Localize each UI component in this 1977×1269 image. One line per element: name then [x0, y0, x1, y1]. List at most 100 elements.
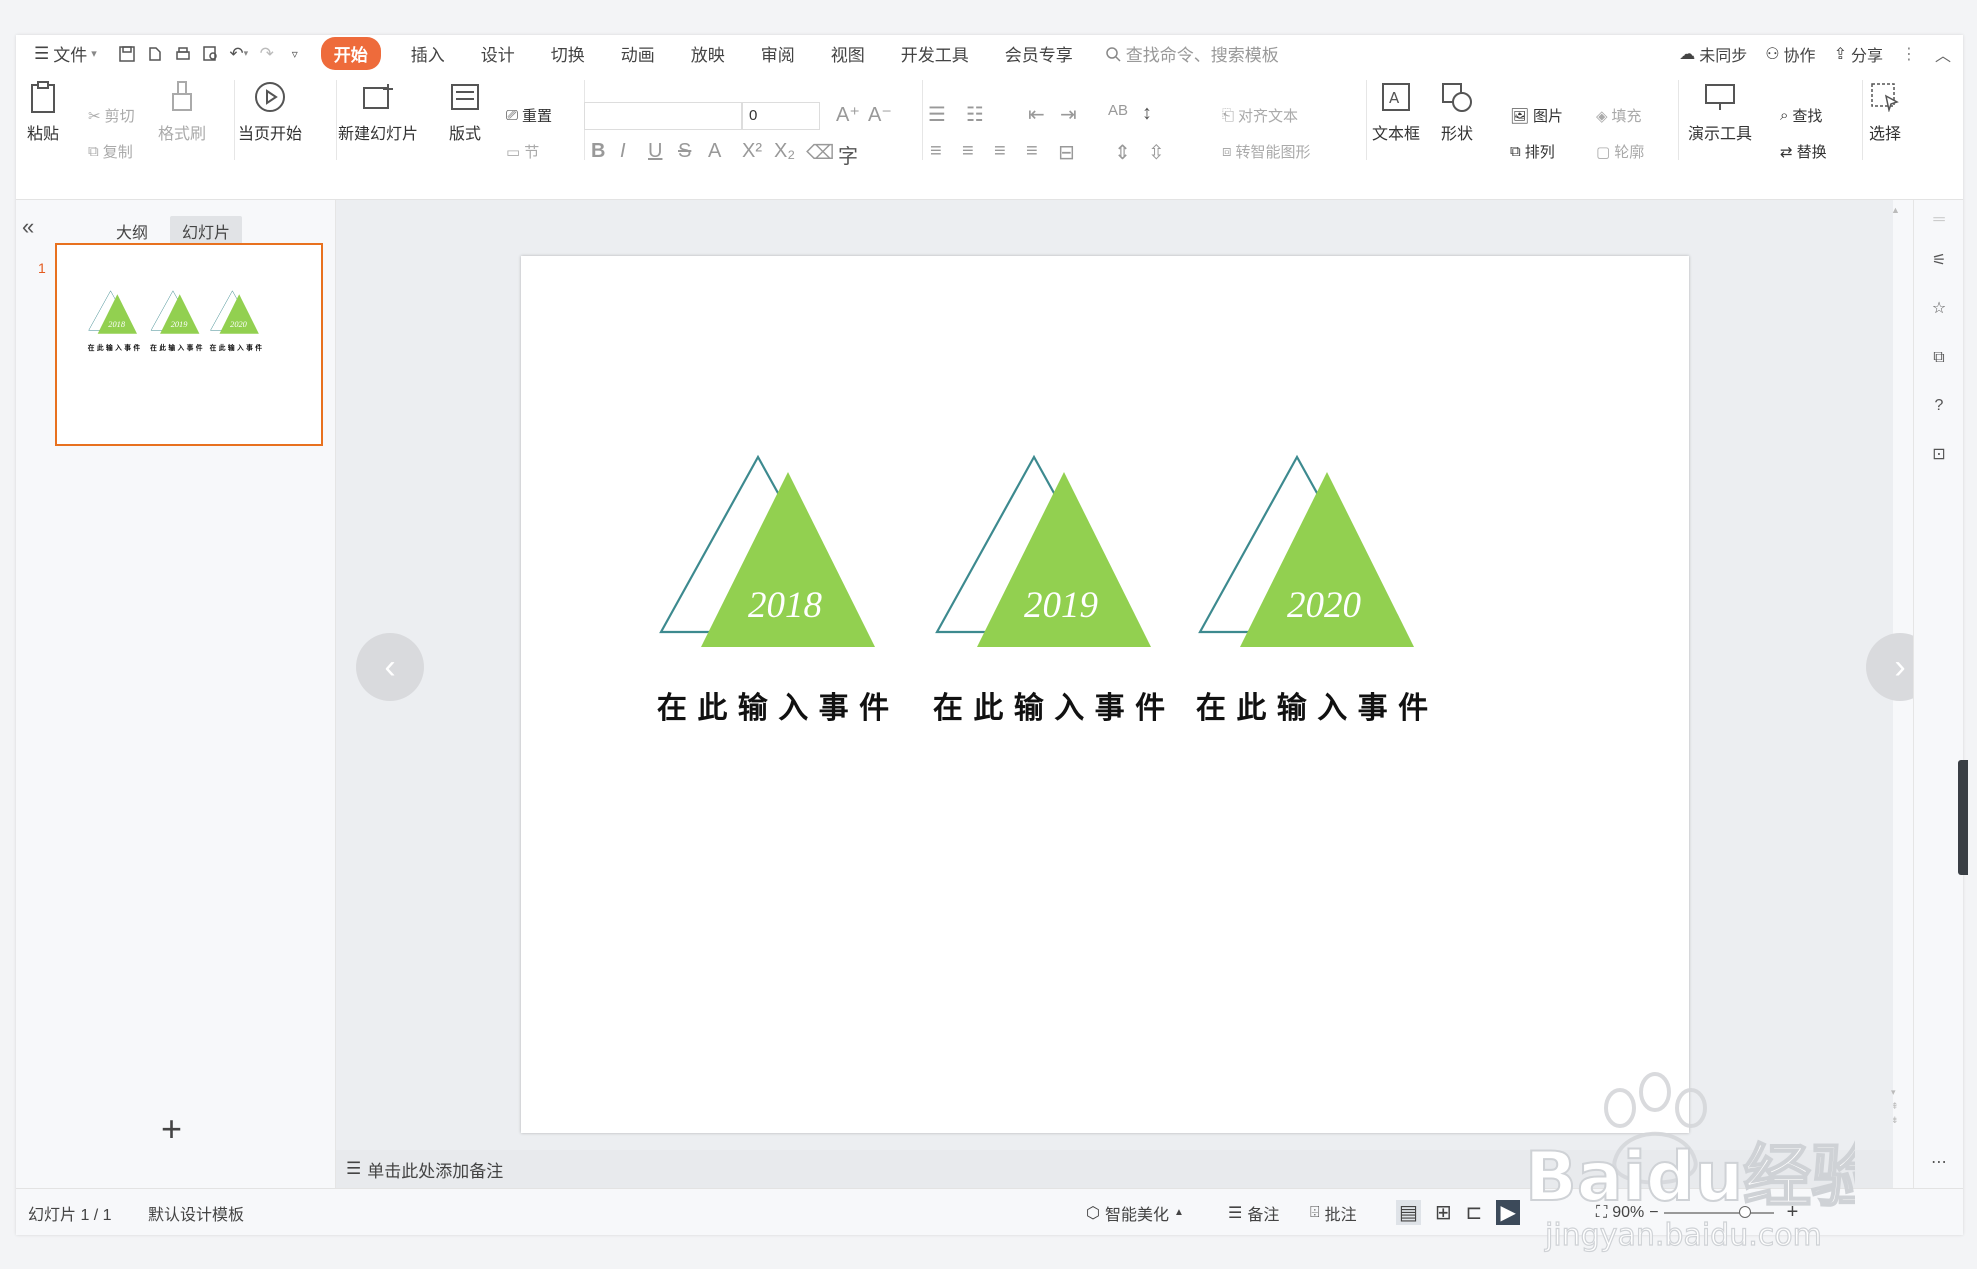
play-from-current-button[interactable]: 当页开始: [238, 80, 302, 144]
share-button[interactable]: ⇪ 分享: [1834, 42, 1883, 66]
increase-font-icon[interactable]: A⁺: [836, 102, 860, 127]
tab-home[interactable]: 开始: [320, 35, 381, 72]
fit-window-icon[interactable]: ⛶: [1596, 1204, 1607, 1222]
add-slide-button[interactable]: +: [161, 1108, 182, 1150]
new-slide-button[interactable]: 新建幻灯片: [338, 80, 418, 144]
event-caption[interactable]: 在 此 输 入 事 件: [933, 691, 1165, 726]
pin-icon[interactable]: ☆: [1927, 296, 1951, 320]
reset-button[interactable]: ⎚ 重置: [506, 105, 552, 126]
font-color-icon[interactable]: A: [708, 140, 721, 163]
justify-icon[interactable]: ≡: [1026, 140, 1038, 163]
zoom-out-icon[interactable]: −: [1649, 1204, 1658, 1222]
reading-view-icon[interactable]: ⊏: [1466, 1200, 1483, 1225]
tab-transitions[interactable]: 切换: [533, 35, 603, 72]
underline-icon[interactable]: U: [648, 140, 662, 163]
collapse-panel-icon[interactable]: «: [22, 214, 34, 240]
replace-button[interactable]: ⇄ 替换: [1780, 141, 1827, 162]
text-direction-icon[interactable]: AB: [1108, 102, 1128, 119]
tab-developer[interactable]: 开发工具: [883, 35, 987, 72]
bold-icon[interactable]: B: [591, 140, 605, 163]
more-vertical-icon[interactable]: ⋮: [1901, 44, 1917, 64]
event-caption[interactable]: 在 此 输 入 事 件: [210, 343, 263, 352]
comments-button[interactable]: ⌹ 批注: [1310, 1189, 1357, 1236]
scroll-up-icon[interactable]: ▲: [1891, 205, 1900, 215]
phonetic-icon[interactable]: 字: [838, 140, 858, 169]
format-painter-button[interactable]: 格式刷: [158, 80, 206, 144]
paste-button[interactable]: 粘贴: [26, 80, 60, 144]
subscript-icon[interactable]: X₂: [774, 140, 795, 163]
timeline-item[interactable]: 2019 在 此 输 入 事 件: [150, 290, 203, 352]
file-menu[interactable]: ☰ 文件 ▾: [26, 35, 105, 72]
find-button[interactable]: ⌕ 查找: [1780, 105, 1822, 126]
arrange-button[interactable]: ⧉ 排列: [1510, 141, 1555, 162]
align-text-button[interactable]: ⎗ 对齐文本: [1222, 105, 1298, 126]
zoom-slider[interactable]: [1663, 1205, 1774, 1218]
font-size-input[interactable]: 0: [742, 102, 820, 130]
zoom-slider-thumb[interactable]: [1738, 1205, 1751, 1218]
strikethrough-icon[interactable]: S: [678, 140, 691, 163]
year-label[interactable]: 2020: [230, 320, 248, 329]
picture-button[interactable]: 🖼︎ 图片: [1510, 105, 1563, 126]
template-name[interactable]: 默认设计模板: [148, 1189, 244, 1236]
increase-indent-icon[interactable]: ⇥: [1060, 102, 1077, 127]
tab-insert[interactable]: 插入: [393, 35, 463, 72]
cut-button[interactable]: ✂ 剪切: [88, 105, 135, 126]
print-icon[interactable]: [169, 40, 197, 68]
distributed-icon[interactable]: ⊟: [1058, 140, 1075, 165]
zoom-in-icon[interactable]: +: [1787, 1201, 1799, 1224]
tab-animation[interactable]: 动画: [603, 35, 673, 72]
properties-icon[interactable]: ⚟: [1927, 248, 1951, 272]
collaborate-button[interactable]: ⚇ 协作: [1765, 42, 1815, 66]
tab-slides[interactable]: 幻灯片: [170, 216, 243, 246]
more-horizontal-icon[interactable]: ⋯: [1927, 1150, 1951, 1174]
save-icon[interactable]: [113, 40, 141, 68]
export-icon[interactable]: [141, 40, 169, 68]
current-slide[interactable]: 2018 在 此 输 入 事 件 2019 在 此 输 入 事 件 2020 在 此 输 …: [521, 256, 1689, 1133]
side-widget-handle[interactable]: [1958, 760, 1968, 875]
zoom-value[interactable]: 90%: [1612, 1204, 1644, 1222]
columns-icon[interactable]: ⇳: [1148, 140, 1165, 165]
collapse-ribbon-icon[interactable]: ︿: [1935, 42, 1951, 66]
clear-format-icon[interactable]: ⌫: [806, 140, 834, 165]
zoom-control[interactable]: ⛶ 90% − +: [1596, 1189, 1798, 1236]
outline-button[interactable]: ▢ 轮廓: [1596, 141, 1644, 162]
sync-status[interactable]: ☁ 未同步: [1679, 42, 1747, 66]
event-caption[interactable]: 在 此 输 入 事 件: [150, 343, 203, 352]
timeline-item[interactable]: 2018 在 此 输 入 事 件: [657, 454, 889, 726]
redo-icon[interactable]: ↷: [253, 40, 281, 68]
bullet-list-icon[interactable]: ☰: [928, 102, 946, 127]
slide-switch-icon[interactable]: ⧉: [1927, 346, 1951, 370]
presentation-tools-button[interactable]: 演示工具: [1688, 80, 1752, 144]
layout-button[interactable]: 版式: [448, 80, 482, 144]
convert-smartart-button[interactable]: ⧈ 转智能图形: [1222, 141, 1311, 162]
paragraph-spacing-icon[interactable]: ⇕: [1114, 140, 1131, 165]
tab-member[interactable]: 会员专享: [987, 35, 1091, 72]
slide-thumbnail[interactable]: 2018 在 此 输 入 事 件 2019 在 此 输 入 事 件 2020 在 此 输 …: [55, 243, 323, 446]
italic-icon[interactable]: I: [620, 140, 626, 163]
textbox-button[interactable]: A 文本框: [1372, 80, 1420, 144]
print-preview-icon[interactable]: [197, 40, 225, 68]
align-right-icon[interactable]: ≡: [994, 140, 1006, 163]
timeline-item[interactable]: 2018 在 此 输 入 事 件: [88, 290, 141, 352]
customize-quick-access-icon[interactable]: ▿: [281, 40, 309, 68]
numbered-list-icon[interactable]: ☷: [966, 102, 984, 127]
vertical-scrollbar[interactable]: ▲ ▾ ⇞ ⇟: [1886, 205, 1900, 1153]
smart-beautify-button[interactable]: ⬡ 智能美化 ▲: [1086, 1189, 1184, 1236]
timeline-item[interactable]: 2020 在 此 输 入 事 件: [210, 290, 263, 352]
tab-review[interactable]: 审阅: [743, 35, 813, 72]
shapes-button[interactable]: 形状: [1440, 80, 1474, 144]
year-label[interactable]: 2020: [1287, 585, 1362, 626]
superscript-icon[interactable]: X²: [742, 140, 762, 163]
help-icon[interactable]: ?: [1927, 394, 1951, 418]
command-search[interactable]: 查找命令、搜索模板: [1105, 41, 1279, 66]
event-caption[interactable]: 在 此 输 入 事 件: [1196, 691, 1428, 726]
tab-design[interactable]: 设计: [463, 35, 533, 72]
decrease-indent-icon[interactable]: ⇤: [1028, 102, 1045, 127]
event-caption[interactable]: 在 此 输 入 事 件: [657, 691, 889, 726]
timeline-item[interactable]: 2020 在 此 输 入 事 件: [1196, 454, 1428, 726]
align-center-icon[interactable]: ≡: [962, 140, 974, 163]
align-left-icon[interactable]: ≡: [930, 140, 942, 163]
notes-bar[interactable]: ☰ 单击此处添加备注: [336, 1150, 1893, 1188]
event-caption[interactable]: 在 此 输 入 事 件: [88, 343, 141, 352]
previous-slide-button[interactable]: ‹: [356, 633, 424, 701]
